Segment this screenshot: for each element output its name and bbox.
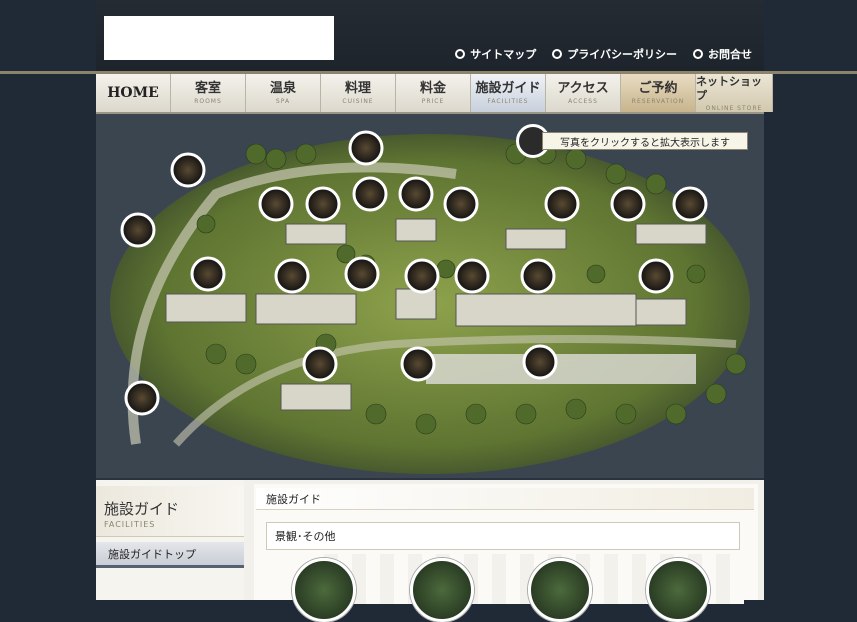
nav-label: アクセス xyxy=(557,80,609,96)
nav-sublabel: SPA xyxy=(275,97,291,105)
circle-bullet-icon xyxy=(455,49,466,59)
top-link-privacy[interactable]: プライバシーポリシー xyxy=(552,46,677,62)
header: サイトマップ プライバシーポリシー お問合せ xyxy=(96,0,764,72)
nav-label: 客室 xyxy=(194,80,221,96)
nav-facilities[interactable]: 施設ガイド FACILITIES xyxy=(471,74,546,112)
map-illustration xyxy=(96,114,764,478)
nav-online-store[interactable]: ネットショップ ONLINE STORE xyxy=(696,74,773,112)
gallery-photo[interactable] xyxy=(646,558,710,622)
sidebar-title-en: FACILITIES xyxy=(104,520,156,529)
nav-sublabel: ROOMS xyxy=(194,97,222,105)
nav-label: 料金 xyxy=(419,80,446,96)
nav-label: ご予約 xyxy=(638,80,678,96)
nav-sublabel: FACILITIES xyxy=(487,97,529,105)
circle-bullet-icon xyxy=(693,49,703,59)
nav-label: 温泉 xyxy=(269,80,296,96)
sidebar: 施設ガイド FACILITIES 施設ガイドトップ xyxy=(96,480,244,600)
top-link-label: お問合せ xyxy=(708,48,752,61)
sidebar-title: 施設ガイド FACILITIES xyxy=(96,486,244,537)
nav-label: 料理 xyxy=(344,80,371,96)
facility-map: 写真をクリックすると拡大表示します xyxy=(96,114,764,478)
sidebar-title-jp: 施設ガイド xyxy=(104,500,180,518)
nav-label: 施設ガイド xyxy=(475,80,541,96)
sidebar-item-facility-top[interactable]: 施設ガイドトップ xyxy=(96,542,244,568)
nav-reservation[interactable]: ご予約 RESERVATION xyxy=(621,74,696,112)
nav-label: ネットショップ xyxy=(696,74,762,102)
circle-bullet-icon xyxy=(552,49,563,59)
global-nav: HOME 客室 ROOMS 温泉 SPA 料理 CUISINE 料金 PRICE… xyxy=(96,74,773,114)
top-link-label: プライバシーポリシー xyxy=(567,48,677,61)
photo-gallery xyxy=(292,558,732,622)
map-hint-label: 写真をクリックすると拡大表示します xyxy=(542,132,748,150)
top-link-contact[interactable]: お問合せ xyxy=(693,46,752,62)
top-link-label: サイトマップ xyxy=(470,48,537,61)
main-content: 施設ガイド 景観･その他 xyxy=(254,484,758,622)
top-links: サイトマップ プライバシーポリシー お問合せ xyxy=(455,46,752,62)
content-area: 施設ガイド FACILITIES 施設ガイドトップ 施設ガイド 景観･その他 xyxy=(96,480,764,622)
nav-access[interactable]: アクセス ACCESS xyxy=(546,74,621,112)
nav-sublabel: RESERVATION xyxy=(631,97,685,105)
nav-sublabel: ACCESS xyxy=(568,97,598,105)
section-heading: 景観･その他 xyxy=(266,522,740,550)
nav-sublabel: ONLINE STORE xyxy=(705,104,763,112)
nav-price[interactable]: 料金 PRICE xyxy=(396,74,471,112)
gallery-photo[interactable] xyxy=(528,558,592,622)
nav-cuisine[interactable]: 料理 CUISINE xyxy=(321,74,396,112)
site-logo[interactable] xyxy=(104,16,334,60)
page-title: 施設ガイド xyxy=(256,488,754,510)
nav-rooms[interactable]: 客室 ROOMS xyxy=(171,74,246,112)
gallery-photo[interactable] xyxy=(410,558,474,622)
nav-sublabel: CUISINE xyxy=(342,97,374,105)
nav-home[interactable]: HOME xyxy=(96,74,171,112)
top-link-sitemap[interactable]: サイトマップ xyxy=(455,46,536,62)
gallery-photo[interactable] xyxy=(292,558,356,622)
nav-spa[interactable]: 温泉 SPA xyxy=(246,74,321,112)
nav-sublabel: PRICE xyxy=(421,97,445,105)
